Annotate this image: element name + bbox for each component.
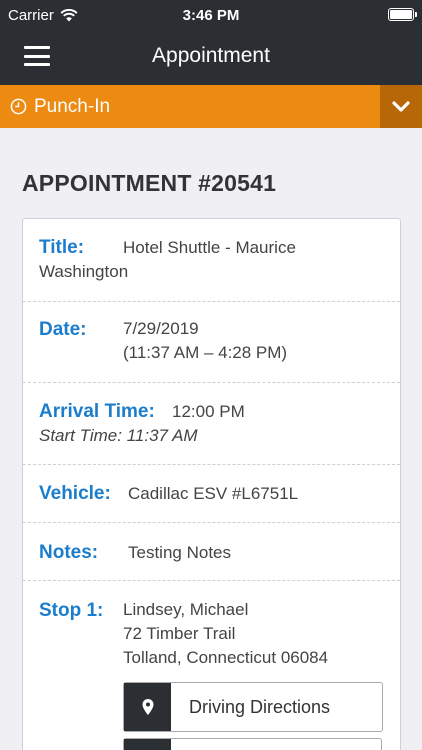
title-value-line1: Hotel Shuttle - Maurice bbox=[123, 238, 296, 257]
title-label: Title: bbox=[39, 237, 85, 258]
secondary-action-button[interactable] bbox=[123, 738, 382, 750]
stop-street: 72 Timber Trail bbox=[123, 624, 236, 643]
time-range-value: (11:37 AM – 4:28 PM) bbox=[123, 343, 288, 362]
arrival-time-label: Arrival Time: bbox=[39, 401, 155, 422]
map-pin-icon bbox=[124, 683, 171, 731]
vehicle-row: Vehicle: Cadillac ESV #L6751L bbox=[23, 465, 400, 523]
punch-in-label: Punch-In bbox=[34, 95, 111, 117]
appointment-details-card: Title: Hotel Shuttle - Maurice Washingto… bbox=[22, 218, 401, 750]
stop-label: Stop 1: bbox=[39, 600, 104, 621]
status-time: 3:46 PM bbox=[182, 7, 240, 24]
stop-name: Lindsey, Michael bbox=[123, 600, 249, 619]
date-value: 7/29/2019 bbox=[123, 319, 199, 338]
appointment-heading: APPOINTMENT #20541 bbox=[22, 170, 277, 196]
page-title: Appointment bbox=[152, 44, 270, 67]
driving-directions-label: Driving Directions bbox=[189, 696, 331, 717]
action-icon bbox=[124, 739, 171, 750]
title-row: Title: Hotel Shuttle - Maurice Washingto… bbox=[23, 219, 400, 302]
app-header: Carrier 3:46 PM Appointment bbox=[0, 0, 422, 85]
start-time-value: Start Time: 11:37 AM bbox=[39, 426, 198, 445]
battery-icon bbox=[388, 8, 417, 21]
status-bar: Carrier 3:46 PM bbox=[0, 0, 422, 30]
punch-in-button[interactable]: Punch-In bbox=[0, 85, 380, 128]
arrival-row: Arrival Time: 12:00 PM Start Time: 11:37… bbox=[23, 383, 400, 465]
punch-expand-button[interactable] bbox=[380, 85, 422, 128]
driving-directions-button[interactable]: Driving Directions bbox=[123, 682, 383, 732]
notes-value: Testing Notes bbox=[128, 543, 231, 562]
punch-in-bar: Punch-In bbox=[0, 85, 422, 128]
notes-row: Notes: Testing Notes bbox=[23, 523, 400, 581]
date-label: Date: bbox=[39, 319, 87, 340]
date-row: Date: 7/29/2019 (11:37 AM – 4:28 PM) bbox=[23, 302, 400, 383]
stop-city: Tolland, Connecticut 06084 bbox=[123, 648, 329, 667]
vehicle-label: Vehicle: bbox=[39, 483, 111, 504]
chevron-down-icon bbox=[392, 100, 410, 112]
vehicle-value: Cadillac ESV #L6751L bbox=[128, 484, 299, 503]
clock-icon bbox=[10, 98, 27, 115]
notes-label: Notes: bbox=[39, 542, 99, 563]
arrival-time-value: 12:00 PM bbox=[172, 402, 245, 421]
title-value-line2: Washington bbox=[39, 262, 129, 281]
